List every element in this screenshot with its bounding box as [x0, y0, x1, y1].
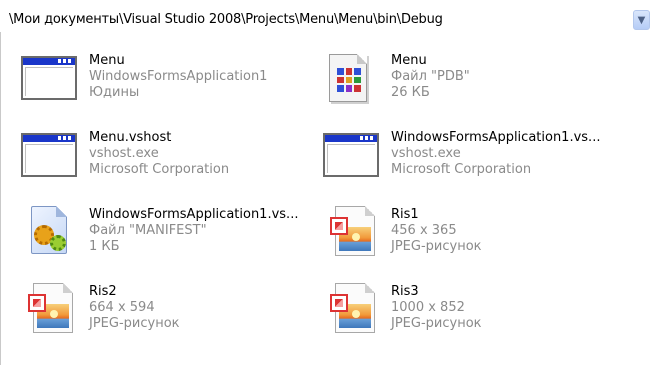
- file-type: JPEG-рисунок: [391, 239, 482, 254]
- file-name: Menu: [391, 53, 427, 68]
- image-dimensions: 664 x 594: [89, 300, 155, 315]
- file-type: Файл "MANIFEST": [89, 223, 207, 238]
- file-name: Ris2: [89, 284, 117, 299]
- file-item[interactable]: Ris2 664 x 594 JPEG-рисунок: [17, 281, 317, 337]
- file-size: 26 КБ: [391, 85, 430, 100]
- address-bar: \Мои документы\Visual Studio 2008\Projec…: [0, 0, 652, 32]
- image-dimensions: 456 x 365: [391, 223, 457, 238]
- file-item[interactable]: Ris1 456 x 365 JPEG-рисунок: [319, 204, 619, 260]
- address-path[interactable]: \Мои документы\Visual Studio 2008\Projec…: [9, 12, 443, 27]
- file-type: vshost.exe: [391, 146, 461, 161]
- file-type: WindowsFormsApplication1: [89, 69, 268, 84]
- file-type: vshost.exe: [89, 146, 159, 161]
- application-window-icon: [319, 127, 383, 183]
- file-item[interactable]: Ris3 1000 x 852 JPEG-рисунок: [319, 281, 619, 337]
- file-type: JPEG-рисунок: [89, 316, 180, 331]
- jpeg-image-icon: [17, 281, 81, 337]
- file-list: Menu WindowsFormsApplication1 Юдины Menu…: [0, 32, 652, 365]
- file-item[interactable]: Menu.vshost vshost.exe Microsoft Corpora…: [17, 127, 317, 183]
- file-company: Microsoft Corporation: [391, 162, 532, 177]
- jpeg-image-icon: [319, 204, 383, 260]
- application-window-icon: [17, 127, 81, 183]
- file-name: WindowsFormsApplication1.vs...: [391, 130, 601, 145]
- file-company: Юдины: [89, 85, 140, 100]
- pdb-file-icon: [319, 50, 383, 106]
- manifest-file-icon: [17, 204, 81, 260]
- file-item[interactable]: Menu WindowsFormsApplication1 Юдины: [17, 50, 317, 106]
- file-name: Menu.vshost: [89, 130, 172, 145]
- file-name: Ris3: [391, 284, 419, 299]
- file-size: 1 КБ: [89, 239, 120, 254]
- file-name: Ris1: [391, 207, 419, 222]
- file-item[interactable]: WindowsFormsApplication1.vs... vshost.ex…: [319, 127, 619, 183]
- file-type: Файл "PDB": [391, 69, 470, 84]
- application-window-icon: [17, 50, 81, 106]
- chevron-down-icon: ▼: [637, 14, 646, 26]
- jpeg-image-icon: [319, 281, 383, 337]
- file-item[interactable]: Menu Файл "PDB" 26 КБ: [319, 50, 619, 106]
- file-item[interactable]: WindowsFormsApplication1.vs... Файл "MAN…: [17, 204, 317, 260]
- file-company: Microsoft Corporation: [89, 162, 230, 177]
- image-dimensions: 1000 x 852: [391, 300, 465, 315]
- file-type: JPEG-рисунок: [391, 316, 482, 331]
- file-name: Menu: [89, 53, 125, 68]
- address-dropdown-button[interactable]: ▼: [633, 10, 650, 30]
- file-name: WindowsFormsApplication1.vs...: [89, 207, 299, 222]
